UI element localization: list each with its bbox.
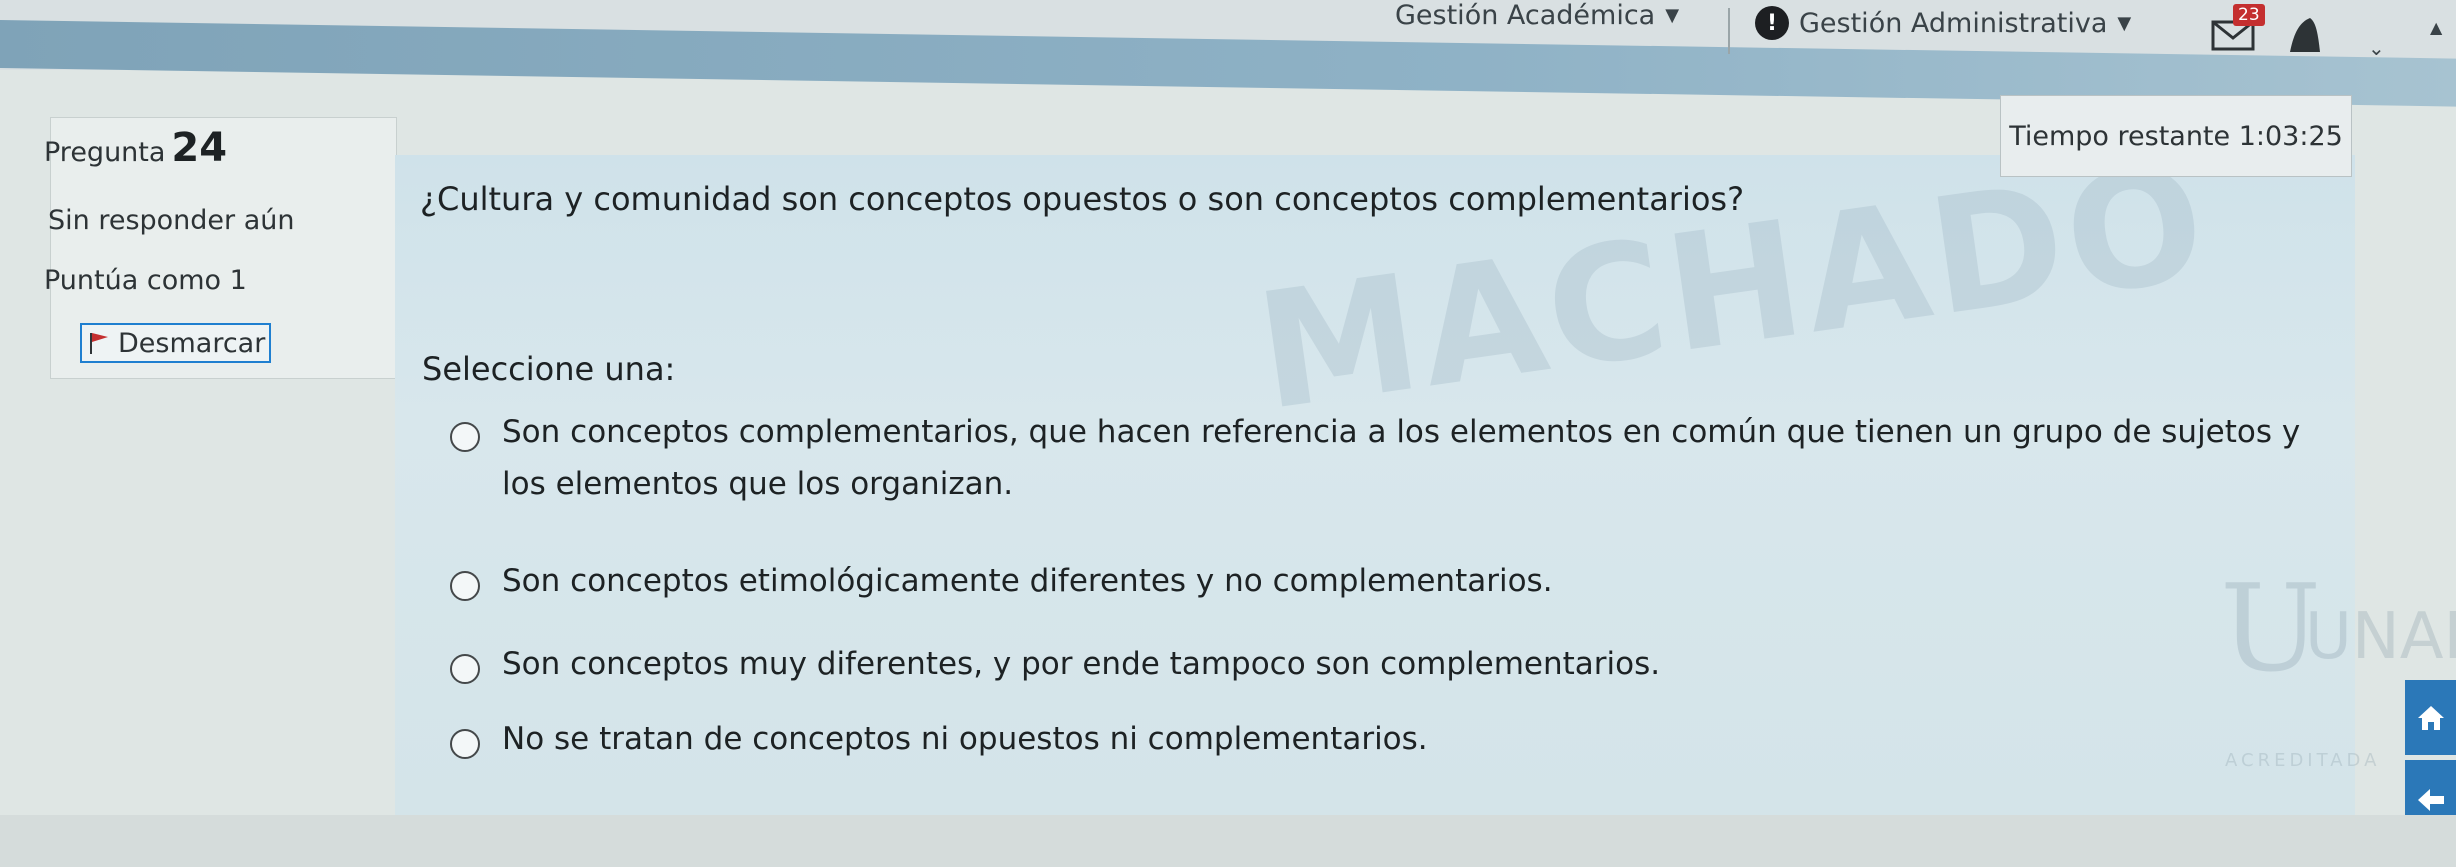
menu-gestion-academica[interactable]: Gestión Académica ▼ <box>1395 0 1679 31</box>
answer-option[interactable]: Son conceptos etimológicamente diferente… <box>450 563 2302 607</box>
answer-option-text: Son conceptos muy diferentes, y por ende… <box>502 646 1661 682</box>
question-points: Puntúa como 1 <box>44 265 247 296</box>
timer-box: Tiempo restante 1:03:25 <box>2000 95 2352 177</box>
logo-caption: ACREDITADA <box>2225 750 2381 771</box>
alert-icon: ! <box>1755 6 1789 40</box>
answer-option[interactable]: Son conceptos complementarios, que hacen… <box>450 414 2302 510</box>
menu-gestion-administrativa-label: Gestión Administrativa <box>1799 7 2108 39</box>
flag-icon <box>90 333 108 354</box>
answer-option-text: No se tratan de conceptos ni opuestos ni… <box>502 721 1428 757</box>
radio-button[interactable] <box>450 571 480 601</box>
chevron-down-icon[interactable]: ⌄ <box>2368 36 2385 60</box>
question-text: ¿Cultura y comunidad son conceptos opues… <box>420 180 1745 218</box>
page-bottom <box>0 815 2456 867</box>
flag-question-button[interactable]: Desmarcar <box>80 323 272 363</box>
menu-gestion-administrativa[interactable]: ! Gestión Administrativa ▼ <box>1755 6 2131 40</box>
avatar[interactable] <box>2280 12 2328 60</box>
radio-button[interactable] <box>450 654 480 684</box>
radio-button[interactable] <box>450 422 480 452</box>
question-number: 24 <box>171 125 228 171</box>
question-label-text: Pregunta <box>44 137 166 168</box>
answer-option-text: Son conceptos etimológicamente diferente… <box>502 563 1553 599</box>
menu-gestion-academica-label: Gestión Académica <box>1395 0 1656 31</box>
question-status: Sin responder aún <box>48 205 295 236</box>
home-icon <box>2417 705 2444 730</box>
logo-mark-text: UNAD <box>2305 600 2456 674</box>
question-label: Pregunta 24 <box>44 125 227 171</box>
answer-option[interactable]: No se tratan de conceptos ni opuestos ni… <box>450 721 2302 765</box>
nav-divider <box>1728 8 1730 54</box>
notification-badge: 23 <box>2233 4 2265 26</box>
radio-button[interactable] <box>450 729 480 759</box>
answer-prompt: Seleccione una: <box>422 350 676 388</box>
scroll-up-icon[interactable]: ▲ <box>2430 18 2442 37</box>
chevron-down-icon: ▼ <box>2117 12 2132 34</box>
arrow-left-icon <box>2417 789 2444 811</box>
home-button[interactable] <box>2405 680 2456 755</box>
answer-option-text: Son conceptos complementarios, que hacen… <box>502 414 2301 502</box>
answer-option[interactable]: Son conceptos muy diferentes, y por ende… <box>450 646 2302 690</box>
flag-button-label: Desmarcar <box>118 327 266 359</box>
top-navigation: Gestión Académica ▼ ! Gestión Administra… <box>0 0 2456 107</box>
chevron-down-icon: ▼ <box>1665 5 1680 26</box>
